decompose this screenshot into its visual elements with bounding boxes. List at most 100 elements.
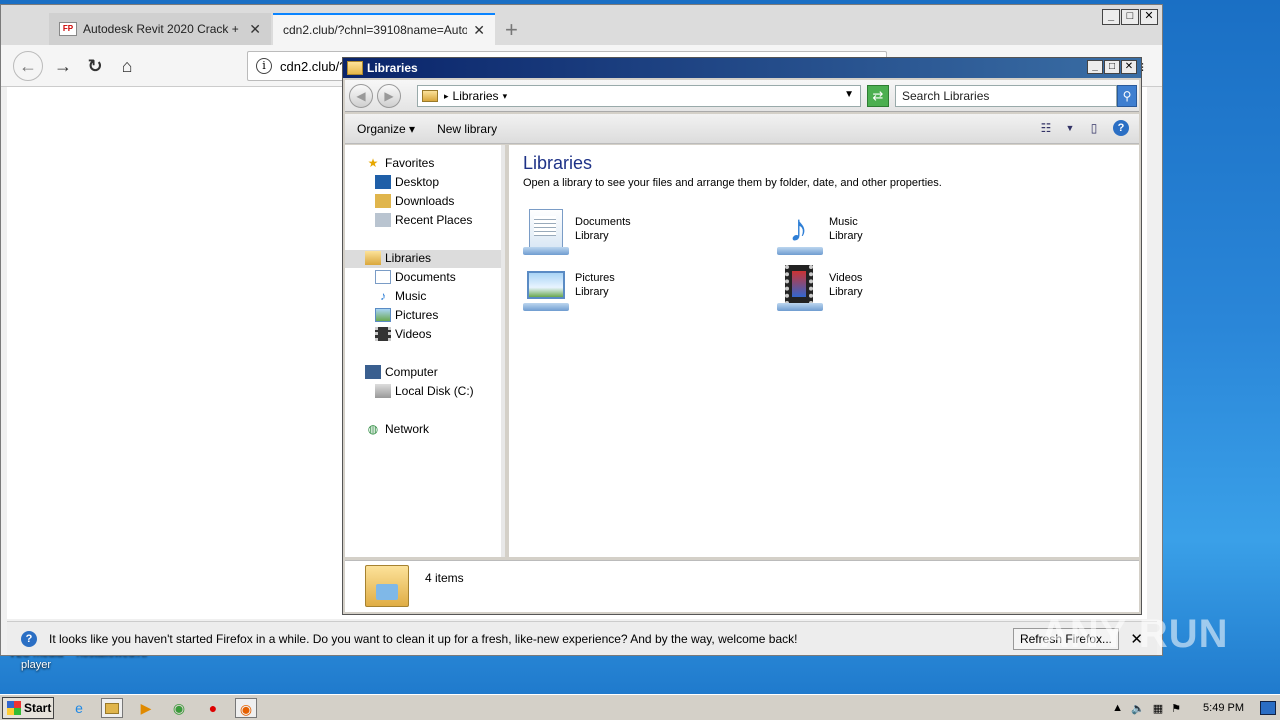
nav-videos[interactable]: Videos: [375, 325, 431, 343]
favicon-fp: FP: [59, 22, 77, 36]
tab-autodesk[interactable]: FP Autodesk Revit 2020 Crack + Prod ✕: [49, 13, 271, 45]
libraries-icon: [365, 251, 381, 265]
breadcrumb[interactable]: Libraries: [453, 89, 499, 103]
star-icon: ★: [367, 156, 379, 170]
nav-computer[interactable]: Computer: [365, 363, 438, 381]
search-input[interactable]: Search Libraries: [895, 85, 1117, 107]
organize-button[interactable]: Organize ▾: [357, 122, 415, 136]
nav-favorites[interactable]: ★ Favorites: [365, 154, 435, 172]
nav-music[interactable]: ♪ Music: [375, 287, 426, 305]
tab-bar: FP Autodesk Revit 2020 Crack + Prod ✕ cd…: [1, 5, 1162, 45]
libraries-icon: [422, 90, 438, 102]
question-icon: ?: [21, 630, 37, 647]
item-count: 4 items: [425, 571, 464, 585]
disk-icon: [375, 384, 391, 398]
library-music[interactable]: ♪ Music Library: [777, 207, 863, 255]
new-tab-icon[interactable]: +: [505, 17, 518, 43]
volume-icon[interactable]: 🔈: [1131, 702, 1145, 715]
pictures-icon: [523, 263, 571, 311]
chevron-up-icon[interactable]: ▲: [1112, 702, 1123, 714]
library-pictures[interactable]: Pictures Library: [523, 263, 615, 311]
view-controls: ☷ ▼ ▯ ?: [1037, 119, 1129, 137]
nav-libraries[interactable]: Libraries: [365, 249, 431, 267]
taskbar: Start e ▶ ◉ ● ◉ ▲ 🔈 ▦ ⚑ 5:49 PM: [0, 694, 1280, 720]
documents-icon: [375, 270, 391, 284]
back-icon[interactable]: ◀: [349, 84, 373, 108]
close-button[interactable]: ✕: [1140, 9, 1158, 25]
address-dropdown-icon[interactable]: ▼: [844, 89, 854, 100]
page-title: Libraries: [523, 153, 593, 173]
flag-icon[interactable]: ⚑: [1171, 702, 1181, 715]
navigation-pane: ★ Favorites Desktop Downloads Recent Plac…: [345, 145, 505, 557]
maximize-button[interactable]: □: [1104, 60, 1120, 74]
chevron-right-icon[interactable]: ▸: [444, 91, 449, 102]
content-pane: Libraries Open a library to see your fil…: [509, 145, 1139, 557]
show-desktop-button[interactable]: [1260, 701, 1276, 715]
home-icon[interactable]: ⌂: [113, 53, 141, 79]
search-icon[interactable]: ⚲: [1117, 85, 1137, 107]
address-toolbar: ◀ ▶ ▸ Libraries ▾ ▼ ⇄ Search Libraries ⚲: [345, 80, 1139, 112]
forward-icon[interactable]: →: [49, 53, 77, 79]
forward-icon[interactable]: ▶: [377, 84, 401, 108]
url-text: cdn2.club/?: [280, 58, 347, 74]
close-icon[interactable]: ✕: [249, 21, 261, 38]
page-description: Open a library to see your files and arr…: [523, 177, 942, 189]
command-bar: Organize ▾ New library ☷ ▼ ▯ ?: [345, 114, 1139, 144]
chevron-down-icon[interactable]: ▼: [1065, 119, 1075, 137]
explorer-window: Libraries _ □ ✕ ◀ ▶ ▸ Libraries ▾ ▼ ⇄ Se…: [342, 57, 1142, 615]
firefox-icon[interactable]: ◉: [235, 698, 257, 718]
ie-icon[interactable]: e: [68, 698, 90, 718]
nav-local-disk[interactable]: Local Disk (C:): [375, 382, 474, 400]
new-library-button[interactable]: New library: [437, 122, 497, 136]
nav-pictures[interactable]: Pictures: [375, 306, 438, 324]
tab-title: Autodesk Revit 2020 Crack + Prod: [83, 22, 243, 36]
start-button[interactable]: Start: [2, 697, 54, 719]
nav-network[interactable]: ◍ Network: [365, 420, 429, 438]
back-icon[interactable]: ←: [13, 51, 43, 81]
downloads-icon: [375, 194, 391, 208]
change-view-icon[interactable]: ☷: [1037, 119, 1055, 137]
nav-downloads[interactable]: Downloads: [375, 192, 454, 210]
desktop-icon: [375, 175, 391, 189]
close-icon[interactable]: ✕: [473, 22, 485, 39]
explorer-titlebar[interactable]: Libraries: [343, 58, 1141, 78]
minimize-button[interactable]: _: [1087, 60, 1103, 74]
reload-icon[interactable]: ↻: [81, 53, 109, 79]
clock[interactable]: 5:49 PM: [1203, 702, 1244, 714]
music-icon: ♪: [380, 289, 386, 303]
recent-places-icon: [375, 213, 391, 227]
tab-title: cdn2.club/?chnl=39108name=Autodes: [283, 23, 468, 37]
chrome-icon[interactable]: ◉: [168, 698, 190, 718]
videos-icon: [777, 263, 825, 311]
library-documents[interactable]: Documents Library: [523, 207, 631, 255]
help-icon[interactable]: ?: [1113, 120, 1129, 136]
network-icon[interactable]: ▦: [1153, 702, 1163, 715]
tab-cdn2[interactable]: cdn2.club/?chnl=39108name=Autodes ✕: [273, 13, 495, 45]
libraries-icon: [365, 565, 409, 607]
info-icon[interactable]: i: [256, 58, 272, 74]
opera-icon[interactable]: ●: [202, 698, 224, 718]
library-videos[interactable]: Videos Library: [777, 263, 863, 311]
explorer-icon[interactable]: [101, 698, 123, 718]
window-title: Libraries: [367, 61, 418, 75]
refresh-icon[interactable]: ⇄: [867, 85, 889, 107]
music-icon: ♪: [777, 207, 825, 255]
nav-documents[interactable]: Documents: [375, 268, 456, 286]
nav-recent-places[interactable]: Recent Places: [375, 211, 472, 229]
libraries-icon: [347, 61, 363, 75]
windows-logo-icon: [7, 701, 21, 715]
nav-desktop[interactable]: Desktop: [375, 173, 439, 191]
network-icon: ◍: [367, 422, 379, 436]
address-bar[interactable]: ▸ Libraries ▾ ▼: [417, 85, 861, 107]
minimize-button[interactable]: _: [1102, 9, 1120, 25]
close-button[interactable]: ✕: [1121, 60, 1137, 74]
window-controls: _ □ ✕: [1102, 9, 1158, 25]
preview-pane-icon[interactable]: ▯: [1085, 119, 1103, 137]
maximize-button[interactable]: □: [1121, 9, 1139, 25]
notification-bar: ? It looks like you haven't started Fire…: [7, 621, 1157, 655]
chevron-down-icon[interactable]: ▾: [503, 91, 508, 102]
media-player-icon[interactable]: ▶: [135, 698, 157, 718]
details-pane: 4 items: [345, 560, 1139, 612]
pictures-icon: [375, 308, 391, 322]
videos-icon: [375, 327, 391, 341]
